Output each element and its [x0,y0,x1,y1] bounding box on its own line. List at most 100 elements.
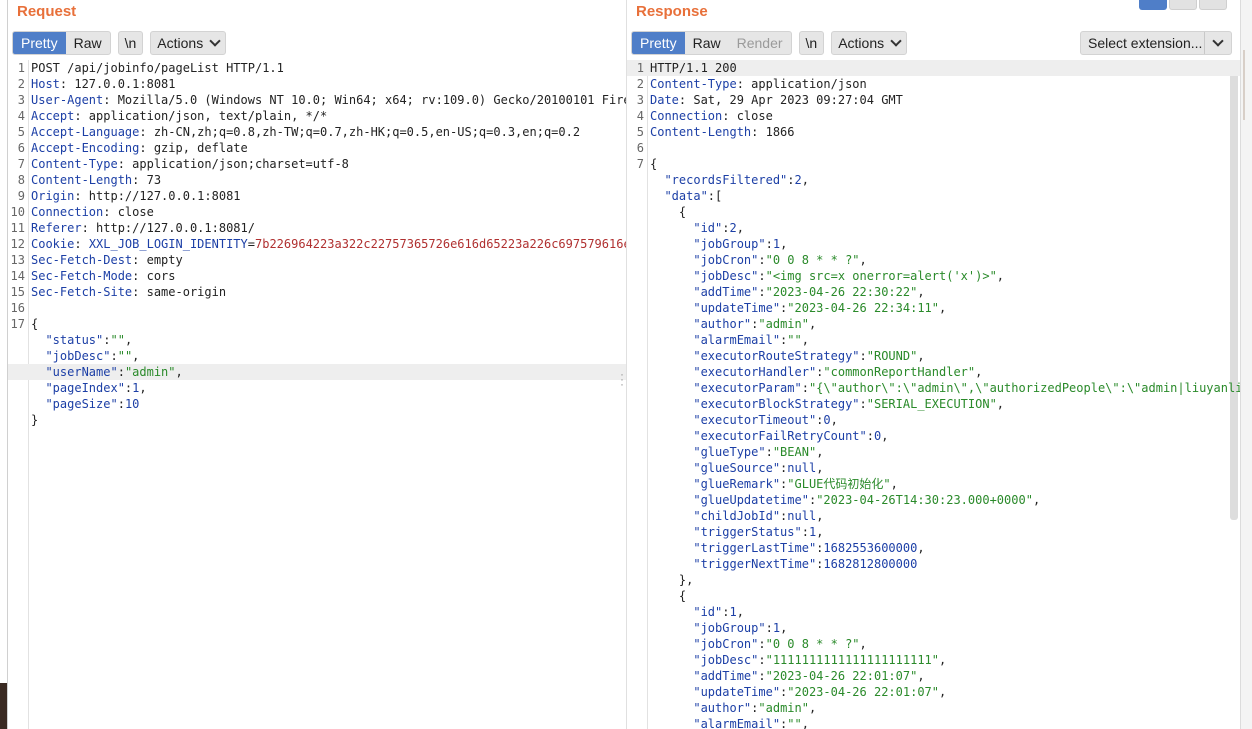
layout-vertical-button[interactable] [1199,0,1227,10]
request-code-line[interactable]: "pageSize":10 [8,396,626,412]
dropdown-toggle[interactable] [1205,35,1231,47]
response-code-line[interactable]: "triggerLastTime":1682553600000, [627,540,1240,556]
request-code-text: User-Agent: Mozilla/5.0 (Windows NT 10.0… [31,92,626,108]
response-code-line[interactable]: }, [627,572,1240,588]
code-token: Date [650,93,679,107]
response-line-number: 6 [636,141,644,155]
response-code-line[interactable]: "alarmEmail":"", [627,716,1240,729]
request-code-line[interactable]: "userName":"admin", [8,364,626,380]
response-actions-button[interactable]: Actions [831,31,908,55]
code-token: "triggerStatus" [650,525,802,539]
response-code-line[interactable]: "author":"admin", [627,316,1240,332]
response-code-line[interactable]: "recordsFiltered":2, [627,172,1240,188]
response-code-line[interactable]: "jobGroup":1, [627,236,1240,252]
response-code-line[interactable]: "jobCron":"0 0 8 * * ?", [627,636,1240,652]
inspector-collapsed-icon[interactable] [1243,50,1249,120]
response-code-line[interactable]: "executorTimeout":0, [627,412,1240,428]
request-tab-raw[interactable]: Raw [66,32,110,54]
response-code-line[interactable]: "author":"admin", [627,700,1240,716]
response-tab-pretty[interactable]: Pretty [632,32,685,54]
response-code-line[interactable]: { [627,204,1240,220]
request-code-line[interactable]: 12 Cookie: XXL_JOB_LOGIN_IDENTITY=7b22696… [8,236,626,252]
drag-handle-icon[interactable]: · · · [620,368,624,390]
layout-side-by-side-button[interactable] [1139,0,1167,10]
response-code-line[interactable]: "executorParam":"{\"author\":\"admin\",\… [627,380,1240,396]
response-tab-render[interactable]: Render [729,32,791,54]
response-code-line[interactable]: "jobDesc":"<img src=x onerror=alert('x')… [627,268,1240,284]
response-code-line[interactable]: "jobGroup":1, [627,620,1240,636]
response-code-line[interactable]: "triggerNextTime":1682812800000 [627,556,1240,572]
request-newline-toggle[interactable]: \n [117,31,144,55]
request-tab-pretty[interactable]: Pretty [13,32,66,54]
request-code-line[interactable]: 8 Content-Length: 73 [8,172,626,188]
response-code-line[interactable]: "executorRouteStrategy":"ROUND", [627,348,1240,364]
request-actions-button[interactable]: Actions [150,31,227,55]
request-code-line[interactable]: 6 Accept-Encoding: gzip, deflate [8,140,626,156]
request-code-line[interactable]: 17 { [8,316,626,332]
response-code-line[interactable]: "glueType":"BEAN", [627,444,1240,460]
response-code-line[interactable]: 3 Date: Sat, 29 Apr 2023 09:27:04 GMT [627,92,1240,108]
response-code-line[interactable]: "id":2, [627,220,1240,236]
code-token: "" [110,333,125,347]
response-code-line[interactable]: "jobCron":"0 0 8 * * ?", [627,252,1240,268]
request-code-line[interactable]: 2 Host: 127.0.0.1:8081 [8,76,626,92]
select-extension-dropdown[interactable]: Select extension... [1080,31,1232,55]
request-code-line[interactable]: 10 Connection: close [8,204,626,220]
code-token: 1682812800000 [823,557,918,571]
request-code-line[interactable]: 11 Referer: http://127.0.0.1:8081/ [8,220,626,236]
response-code-line[interactable]: "data":[ [627,188,1240,204]
response-code-line[interactable]: "jobDesc":"1111111111111111111111", [627,652,1240,668]
code-token: , [881,429,889,443]
response-code-line[interactable]: "updateTime":"2023-04-26 22:01:07", [627,684,1240,700]
response-code-line[interactable]: "id":1, [627,604,1240,620]
code-token: : [758,285,766,299]
request-code-line[interactable]: 16 [8,300,626,316]
request-code-line[interactable]: "status":"", [8,332,626,348]
response-tab-raw[interactable]: Raw [685,32,729,54]
request-editor[interactable]: 1 POST /api/jobinfo/pageList HTTP/1.1 2 Hos… [8,60,626,729]
response-code-line[interactable]: 2 Content-Type: application/json [627,76,1240,92]
response-editor[interactable]: 1 HTTP/1.1 200 2 Content-Type: application/… [627,60,1240,729]
code-token: , [917,349,925,363]
response-code-line[interactable]: "alarmEmail":"", [627,332,1240,348]
response-code-line[interactable]: 4 Connection: close [627,108,1240,124]
response-code-text: "author":"admin", [650,700,1240,716]
code-token: , [816,445,824,459]
response-code-line[interactable]: 5 Content-Length: 1866 [627,124,1240,140]
request-code-line[interactable]: "jobDesc":"", [8,348,626,364]
layout-horizontal-button[interactable] [1169,0,1197,10]
response-code-line[interactable]: "glueSource":null, [627,460,1240,476]
request-code-line[interactable]: 5 Accept-Language: zh-CN,zh;q=0.8,zh-TW;q… [8,124,626,140]
response-code-text: Content-Length: 1866 [650,124,1240,140]
request-code-line[interactable]: "pageIndex":1, [8,380,626,396]
request-code-line[interactable]: 4 Accept: application/json, text/plain, *… [8,108,626,124]
response-code-line[interactable]: "addTime":"2023-04-26 22:30:22", [627,284,1240,300]
response-code-line[interactable]: "executorBlockStrategy":"SERIAL_EXECUTIO… [627,396,1240,412]
request-code-line[interactable]: 14 Sec-Fetch-Mode: cors [8,268,626,284]
request-code-line[interactable]: 15 Sec-Fetch-Site: same-origin [8,284,626,300]
request-code-line[interactable]: 3 User-Agent: Mozilla/5.0 (Windows NT 10.… [8,92,626,108]
response-code-line[interactable]: "glueRemark":"GLUE代码初始化", [627,476,1240,492]
response-code-line[interactable]: 6 [627,140,1240,156]
request-pane: Request Pretty Raw \n Actions 1 POST /api… [8,0,626,729]
response-code-line[interactable]: 7{ [627,156,1240,172]
response-code-line[interactable]: "updateTime":"2023-04-26 22:34:11", [627,300,1240,316]
request-code-line[interactable]: } [8,412,626,428]
response-code-text: { [650,588,1240,604]
response-code-line[interactable]: "executorHandler":"commonReportHandler", [627,364,1240,380]
response-newline-toggle[interactable]: \n [798,31,825,55]
request-code-line[interactable]: 13 Sec-Fetch-Dest: empty [8,252,626,268]
response-code-line[interactable]: { [627,588,1240,604]
request-code-line[interactable]: 9 Origin: http://127.0.0.1:8081 [8,188,626,204]
code-token: "jobCron" [650,253,759,267]
code-token: , [816,525,824,539]
response-code-line[interactable]: "executorFailRetryCount":0, [627,428,1240,444]
response-code-line[interactable]: "childJobId":null, [627,508,1240,524]
code-token: , [830,413,838,427]
response-code-line[interactable]: "triggerStatus":1, [627,524,1240,540]
response-code-line[interactable]: "addTime":"2023-04-26 22:01:07", [627,668,1240,684]
response-code-line[interactable]: "glueUpdatetime":"2023-04-26T14:30:23.00… [627,492,1240,508]
request-code-line[interactable]: 7 Content-Type: application/json;charset=… [8,156,626,172]
request-code-line[interactable]: 1 POST /api/jobinfo/pageList HTTP/1.1 [8,60,626,76]
response-code-line[interactable]: 1 HTTP/1.1 200 [627,60,1240,76]
